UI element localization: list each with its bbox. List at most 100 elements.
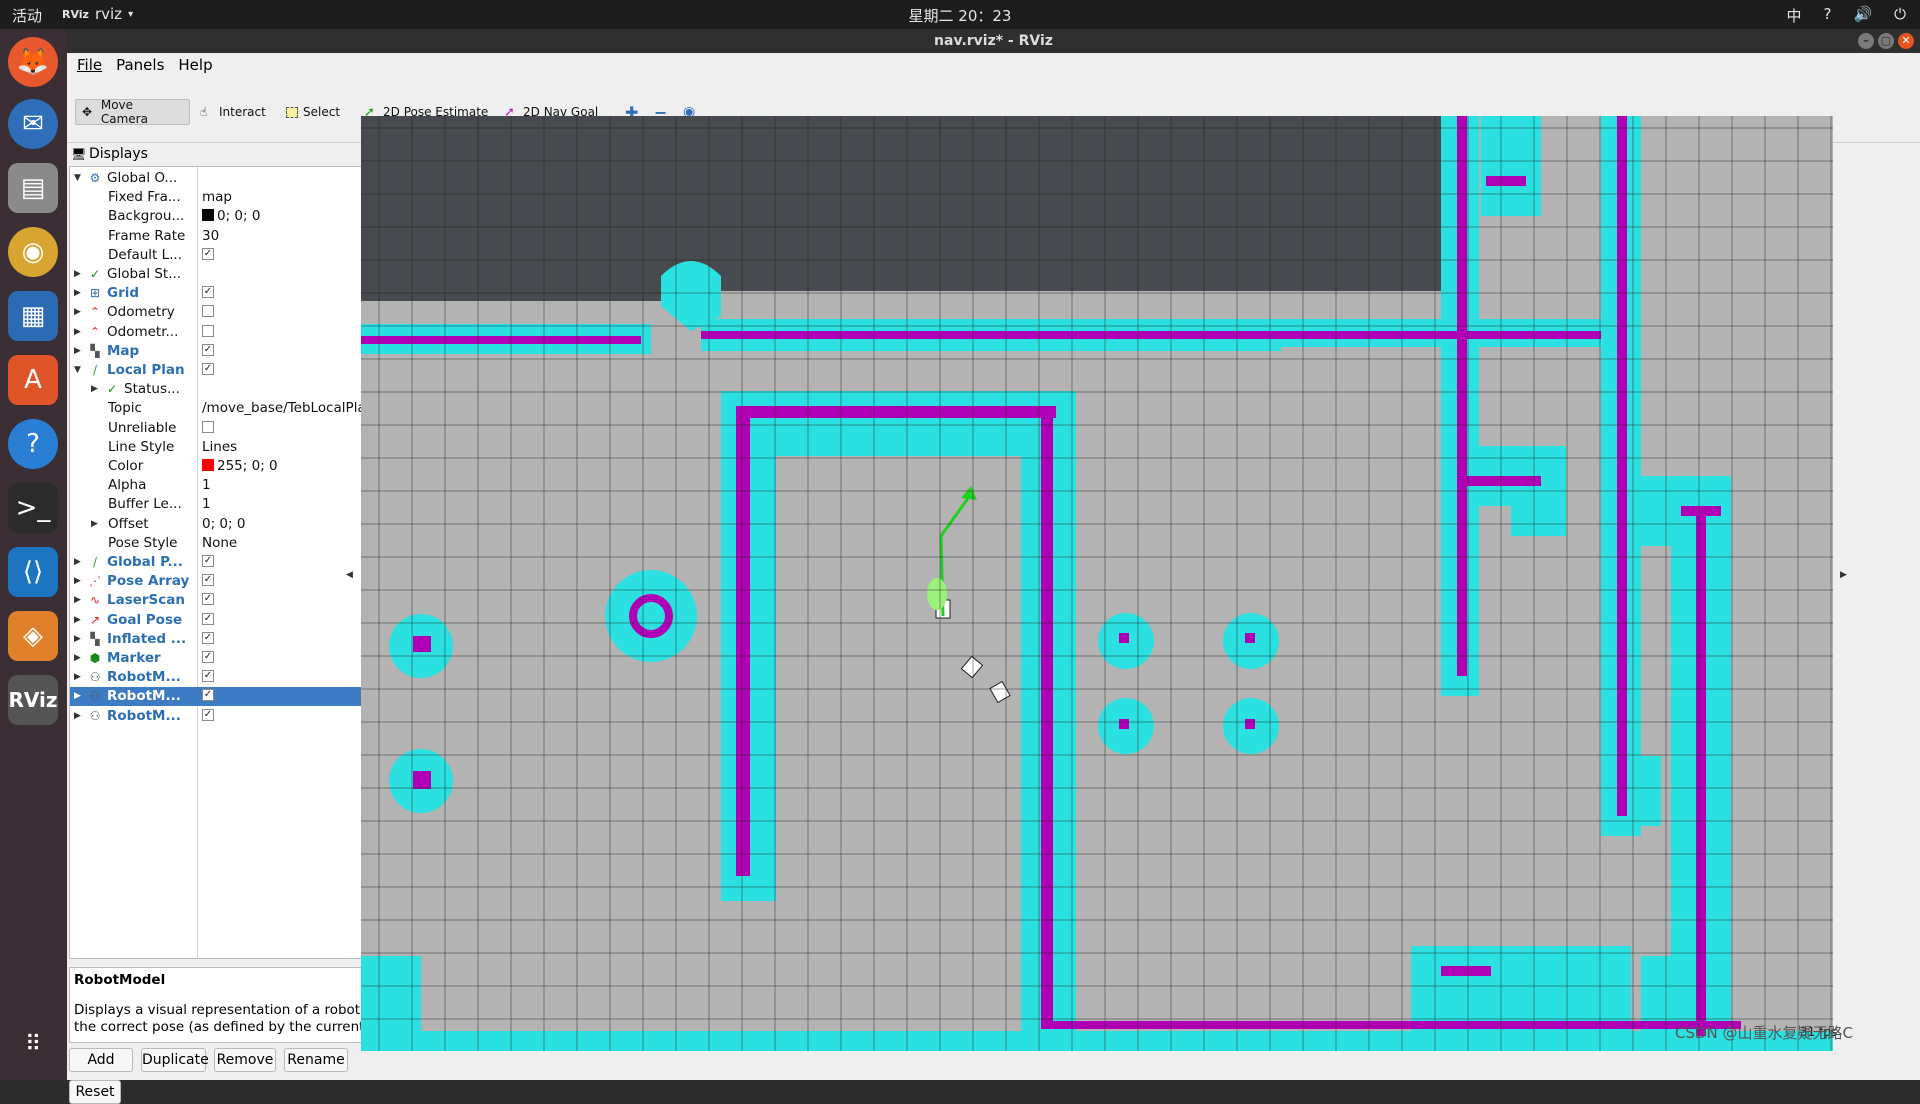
software-center-icon[interactable]: A	[8, 355, 58, 405]
display-row[interactable]: Topic/move_base/TebLocalPlann...	[70, 399, 408, 418]
close-icon[interactable]: ✕	[1898, 33, 1914, 49]
checkbox[interactable]: ✓	[202, 670, 214, 683]
display-row[interactable]: ▶ ⌃ Odometry	[70, 303, 408, 322]
display-row[interactable]: Alpha 1	[70, 476, 408, 495]
display-row[interactable]: ▶ ⚇ RobotM... ✓	[70, 707, 408, 726]
display-row[interactable]: ▶ ⚇ RobotM... ✓	[70, 668, 408, 687]
files-icon[interactable]: ▤	[8, 163, 58, 213]
menu-file[interactable]: File	[77, 56, 102, 74]
expand-arrow-icon[interactable]: ▶	[74, 630, 84, 649]
expand-arrow-icon[interactable]: ▶	[74, 284, 84, 303]
display-row[interactable]: ▶ ▚ Inflated ... ✓	[70, 630, 408, 649]
show-apps-icon[interactable]: ⠿	[8, 1019, 58, 1069]
add-button[interactable]: Add	[69, 1048, 133, 1072]
display-row[interactable]: ▶ ↗ Goal Pose ✓	[70, 611, 408, 630]
checkbox[interactable]: ✓	[202, 574, 214, 587]
display-row[interactable]: ▼ ∕ Local Plan ✓	[70, 361, 408, 380]
checkbox[interactable]: ✓	[202, 343, 214, 356]
display-row[interactable]: Line Style Lines	[70, 438, 408, 457]
display-row[interactable]: ▶ Offset 0; 0; 0	[70, 515, 408, 534]
display-row[interactable]: ▶ ✓ Global St...	[70, 265, 408, 284]
writer-icon[interactable]: ▦	[8, 291, 58, 341]
help-app-icon[interactable]: ?	[8, 419, 58, 469]
expand-arrow-icon[interactable]: ▶	[91, 380, 101, 399]
display-row[interactable]: Backgrou... 0; 0; 0	[70, 207, 408, 226]
thunderbird-icon[interactable]: ✉	[8, 99, 58, 149]
display-row[interactable]: Default L... ✓	[70, 246, 408, 265]
checkbox[interactable]: ✓	[202, 689, 214, 702]
expand-arrow-icon[interactable]: ▶	[74, 707, 84, 726]
collapse-left-icon[interactable]: ◀	[346, 570, 353, 580]
checkbox[interactable]: ✓	[202, 593, 214, 606]
select-tool[interactable]: Select	[280, 99, 346, 125]
display-row[interactable]: ▶ ⚇ RobotM... ✓	[70, 687, 408, 707]
rename-button[interactable]: Rename	[284, 1048, 348, 1072]
checkbox[interactable]	[202, 420, 214, 433]
expand-arrow-icon[interactable]: ▶	[74, 668, 84, 687]
duplicate-button[interactable]: Duplicate	[141, 1048, 209, 1072]
expand-arrow-icon[interactable]: ▶	[74, 265, 84, 284]
color-swatch[interactable]	[202, 209, 214, 222]
checkbox[interactable]: ✓	[202, 651, 214, 663]
expand-arrow-icon[interactable]: ▶	[74, 303, 84, 322]
map-render[interactable]	[361, 116, 1833, 1051]
checkbox[interactable]: ✓	[202, 286, 214, 299]
expand-arrow-icon[interactable]: ▶	[74, 591, 84, 610]
display-row[interactable]: ▶ ⋰ Pose Array ✓	[70, 572, 408, 591]
display-row[interactable]: ▶ ∕ Global P... ✓	[70, 553, 408, 572]
display-row[interactable]: Frame Rate 30	[70, 227, 408, 246]
rhythmbox-icon[interactable]: ◉	[8, 227, 58, 277]
checkbox[interactable]: ✓	[202, 247, 214, 260]
remove-button[interactable]: Remove	[214, 1048, 276, 1072]
display-row[interactable]: Unreliable	[70, 419, 408, 438]
checkbox[interactable]	[202, 305, 214, 318]
expand-arrow-icon[interactable]: ▶	[74, 323, 84, 342]
displays-tree[interactable]: ▼ ⚙ Global O... Fixed Fra... map Backgrou... 0…	[69, 166, 409, 959]
vscode-icon[interactable]: ⟨⟩	[8, 547, 58, 597]
power-icon[interactable]: ⏻	[1894, 5, 1906, 26]
checkbox[interactable]: ✓	[202, 708, 214, 721]
collapse-arrow-icon[interactable]: ▼	[74, 361, 84, 380]
display-row[interactable]: ▶ ⊞ Grid ✓	[70, 284, 408, 303]
menu-help[interactable]: Help	[178, 56, 212, 74]
move-camera-tool[interactable]: ✥ Move Camera	[75, 98, 190, 126]
checkbox[interactable]: ✓	[202, 555, 214, 567]
window-titlebar[interactable]: nav.rviz* - RViz – ▢ ✕	[67, 29, 1920, 53]
checkbox[interactable]: ✓	[202, 631, 214, 644]
input-method-indicator[interactable]: 中	[1786, 5, 1801, 26]
expand-arrow-icon[interactable]: ▶	[74, 649, 84, 668]
clock[interactable]: 星期二 20：23	[0, 5, 1920, 26]
interact-tool[interactable]: ☝ Interact	[194, 99, 272, 125]
display-row[interactable]: ▶ ✓ Status...	[70, 380, 408, 399]
checkbox[interactable]: ✓	[202, 612, 214, 625]
stack-app-icon[interactable]: ◈	[8, 611, 58, 661]
color-swatch[interactable]	[202, 459, 214, 471]
checkbox[interactable]: ✓	[202, 363, 214, 375]
display-row[interactable]: Fixed Fra... map	[70, 188, 408, 207]
display-row[interactable]: ▶ ⬢ Marker ✓	[70, 649, 408, 668]
firefox-icon[interactable]: 🦊	[8, 37, 58, 87]
display-row[interactable]: ▶ ∿ LaserScan ✓	[70, 591, 408, 610]
expand-arrow-icon[interactable]: ▶	[74, 611, 84, 630]
expand-arrow-icon[interactable]: ▶	[74, 572, 84, 591]
system-tray[interactable]: 中 ? 🔊 ⏻	[1786, 5, 1906, 26]
expand-arrow-icon[interactable]: ▶	[74, 687, 84, 706]
display-row[interactable]: ▶ ⌃ Odometr...	[70, 323, 408, 342]
display-row[interactable]: Pose Style None	[70, 534, 408, 553]
volume-icon[interactable]: 🔊	[1853, 5, 1872, 26]
minimize-icon[interactable]: –	[1858, 33, 1874, 49]
reset-button[interactable]: Reset	[69, 1080, 121, 1104]
expand-arrow-icon[interactable]: ▶	[74, 553, 84, 572]
maximize-icon[interactable]: ▢	[1878, 33, 1894, 49]
help-icon[interactable]: ?	[1823, 5, 1831, 26]
expand-arrow-icon[interactable]: ▶	[74, 342, 84, 361]
rviz-icon[interactable]: RViz	[8, 675, 58, 725]
display-row[interactable]: ▶ ▚ Map ✓	[70, 342, 408, 361]
collapse-right-icon[interactable]: ▶	[1840, 570, 1847, 580]
render-viewport[interactable]	[361, 116, 1833, 1051]
display-row[interactable]: Color 255; 0; 0	[70, 457, 408, 476]
collapse-arrow-icon[interactable]: ▼	[74, 169, 84, 188]
display-row[interactable]: ▼ ⚙ Global O...	[70, 169, 408, 188]
menu-panels[interactable]: Panels	[116, 56, 164, 74]
checkbox[interactable]	[202, 324, 214, 337]
